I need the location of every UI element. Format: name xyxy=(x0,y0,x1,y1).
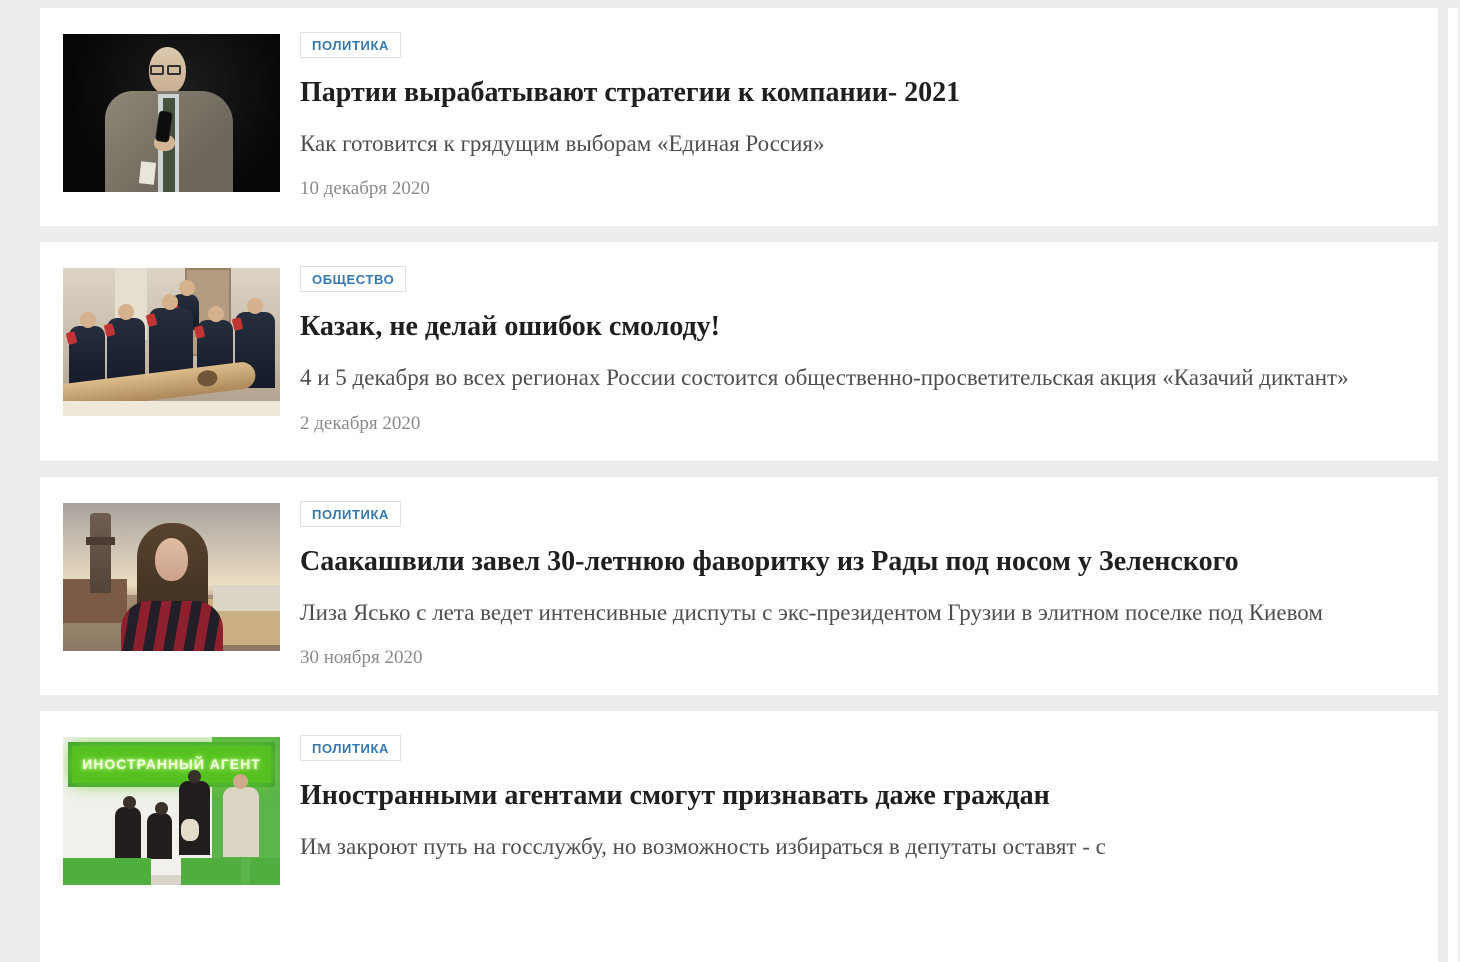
green-counter-art xyxy=(63,858,151,885)
cadet-figure-art xyxy=(69,326,105,386)
green-counter-art xyxy=(181,858,241,885)
person-silhouette-art xyxy=(179,781,210,855)
article-thumbnail[interactable] xyxy=(63,34,280,192)
article-date: 2 декабря 2020 xyxy=(300,413,1398,435)
article-content: ПОЛИТИКА Партии вырабатывают стратегии к… xyxy=(300,32,1398,200)
category-badge[interactable]: ПОЛИТИКА xyxy=(300,501,401,527)
article-card: ПОЛИТИКА Саакашвили завел 30-летнюю фаво… xyxy=(40,477,1438,695)
article-summary: 4 и 5 декабря во всех регионах России со… xyxy=(300,359,1375,396)
floor-art xyxy=(151,875,181,885)
city-tower-art xyxy=(90,513,111,593)
article-title[interactable]: Казак, не делай ошибок смолоду! xyxy=(300,309,1398,344)
woman-striped-top-art xyxy=(121,601,223,651)
article-summary: Как готовится к грядущим выборам «Единая… xyxy=(300,125,1375,162)
article-content: ПОЛИТИКА Саакашвили завел 30-летнюю фаво… xyxy=(300,501,1398,669)
city-building-art xyxy=(213,585,280,611)
speaker-lanyard-art xyxy=(139,161,156,184)
article-summary: Лиза Ясько с лета ведет интенсивные дисп… xyxy=(300,594,1375,631)
person-silhouette-art xyxy=(223,787,259,857)
article-thumbnail[interactable] xyxy=(63,503,280,651)
article-card: ПОЛИТИКА Партии вырабатывают стратегии к… xyxy=(40,8,1438,226)
article-title[interactable]: Партии вырабатывают стратегии к компании… xyxy=(300,75,1398,110)
article-content: ОБЩЕСТВО Казак, не делай ошибок смолоду!… xyxy=(300,266,1398,434)
category-badge[interactable]: ОБЩЕСТВО xyxy=(300,266,406,292)
person-silhouette-art xyxy=(147,813,172,859)
article-card: ОБЩЕСТВО Казак, не делай ошибок смолоду!… xyxy=(40,242,1438,460)
category-badge[interactable]: ПОЛИТИКА xyxy=(300,735,401,761)
article-card: ИНОСТРАННЫЙ АГЕНТ ПОЛИТИКА Иностранными … xyxy=(40,711,1438,962)
green-counter-art xyxy=(250,858,280,885)
article-thumbnail[interactable] xyxy=(63,268,280,416)
desk-art xyxy=(63,401,280,416)
woman-face-art xyxy=(155,538,188,581)
article-title[interactable]: Саакашвили завел 30-летнюю фаворитку из … xyxy=(300,544,1398,579)
article-date: 10 декабря 2020 xyxy=(300,178,1398,200)
news-feed: ПОЛИТИКА Партии вырабатывают стратегии к… xyxy=(40,8,1438,962)
speaker-glasses-art xyxy=(150,65,164,75)
category-badge[interactable]: ПОЛИТИКА xyxy=(300,32,401,58)
article-content: ПОЛИТИКА Иностранными агентами смогут пр… xyxy=(300,735,1398,962)
handbag-art xyxy=(181,819,199,841)
article-summary: Им закроют путь на госслужбу, но возможн… xyxy=(300,828,1375,865)
adjacent-panel-edge xyxy=(1448,8,1458,962)
article-thumbnail[interactable]: ИНОСТРАННЫЙ АГЕНТ xyxy=(63,737,280,885)
article-title[interactable]: Иностранными агентами смогут признавать … xyxy=(300,778,1398,813)
person-silhouette-art xyxy=(115,807,141,859)
article-date: 30 ноября 2020 xyxy=(300,647,1398,669)
speaker-glasses-art xyxy=(167,65,181,75)
